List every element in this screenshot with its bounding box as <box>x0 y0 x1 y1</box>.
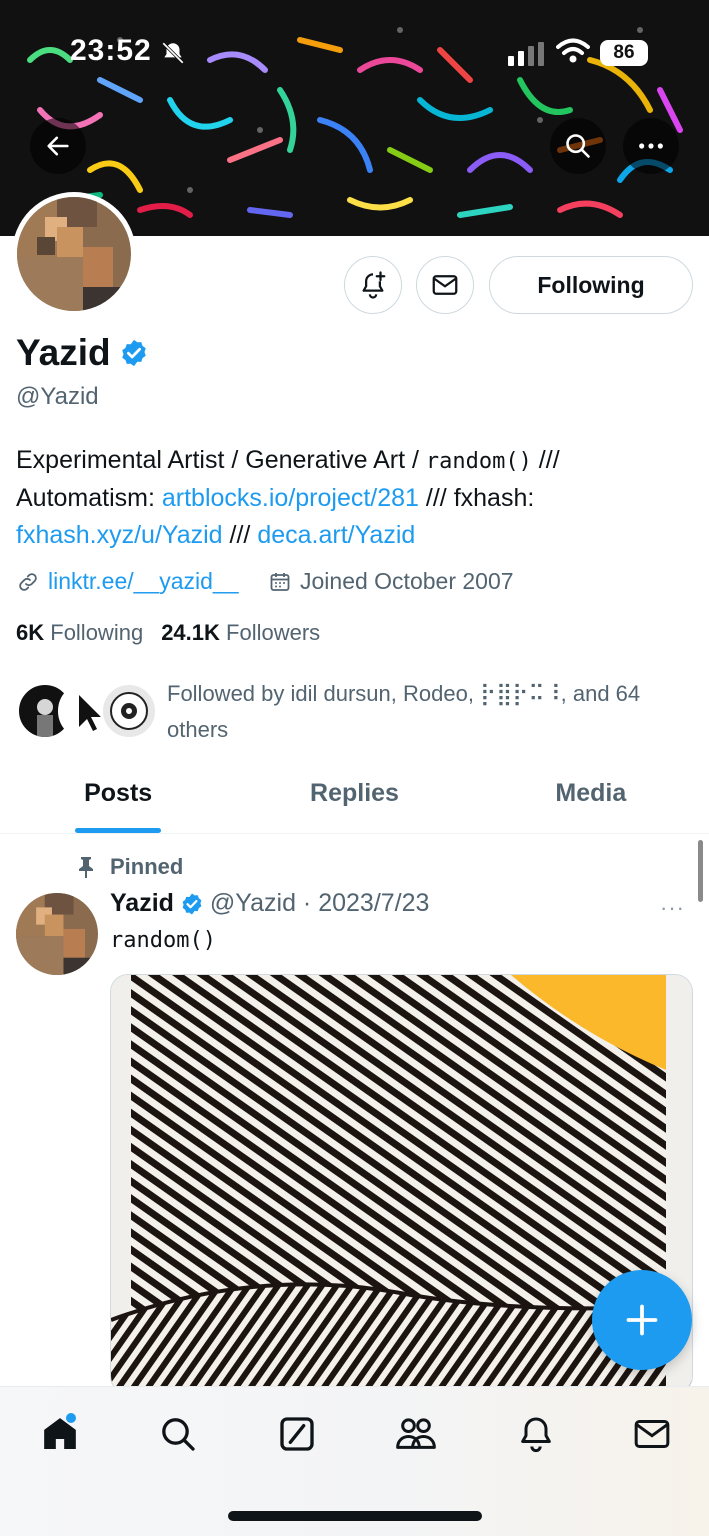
bio-link-artblocks[interactable]: artblocks.io/project/281 <box>162 484 419 512</box>
bio-text: /// <box>531 446 560 474</box>
bio-link-fxhash[interactable]: fxhash.xyz/u/Yazid <box>16 521 223 549</box>
bell-icon <box>521 1417 551 1453</box>
profile-bio: Experimental Artist / Generative Art / r… <box>16 442 696 554</box>
wifi-icon <box>556 38 590 63</box>
joined-date: Joined October 2007 <box>300 568 514 594</box>
tab-label: Media <box>555 779 627 807</box>
website-link[interactable]: linktr.ee/__yazid__ <box>48 568 239 595</box>
active-tab-indicator <box>75 828 162 833</box>
link-icon <box>19 572 37 591</box>
following-count: 6K <box>16 620 45 645</box>
home-indicator <box>228 1511 482 1521</box>
mail-icon <box>432 275 458 295</box>
more-horizontal-icon <box>639 143 663 149</box>
nav-notifications[interactable] <box>506 1409 566 1459</box>
pin-icon <box>79 857 93 878</box>
follow-counts: 6K Following 24.1K Followers <box>16 620 320 646</box>
profile-website[interactable]: linktr.ee/__yazid__ <box>16 568 239 595</box>
search-button[interactable] <box>550 118 606 174</box>
scrollbar[interactable] <box>698 840 703 902</box>
post-header: Yazid @Yazid · 2023/7/23 <box>110 889 429 918</box>
more-options-button[interactable] <box>623 118 679 174</box>
nav-communities[interactable] <box>386 1409 446 1459</box>
tab-replies[interactable]: Replies <box>236 760 472 833</box>
verified-badge-icon <box>121 339 146 367</box>
message-button[interactable] <box>416 256 474 314</box>
profile-name: Yazid <box>16 332 111 373</box>
grok-icon <box>280 1417 314 1451</box>
followers-count: 24.1K <box>161 620 220 645</box>
tab-posts[interactable]: Posts <box>0 760 236 833</box>
following-button[interactable]: Following <box>489 256 693 314</box>
bell-plus-icon <box>362 271 386 299</box>
back-button[interactable] <box>30 118 86 174</box>
bio-link-deca[interactable]: deca.art/Yazid <box>257 521 415 549</box>
pinned-label: Pinned <box>110 854 184 879</box>
post-author-avatar[interactable] <box>16 893 98 975</box>
avatar-image <box>17 197 131 311</box>
verified-badge-icon <box>182 893 202 914</box>
search-icon <box>162 1418 195 1451</box>
profile-joined: Joined October 2007 <box>268 568 514 595</box>
battery-indicator: 86 <box>600 40 648 66</box>
profile-handle: @Yazid <box>16 383 99 410</box>
pinned-indicator: Pinned <box>76 854 183 880</box>
nav-search[interactable] <box>148 1409 208 1459</box>
compose-post-button[interactable] <box>592 1270 692 1370</box>
following-label: Following <box>50 620 144 645</box>
notify-button[interactable] <box>344 256 402 314</box>
bottom-navigation <box>0 1386 709 1536</box>
followed-by-text: Followed by idil dursun, Rodeo, ⡗⣿⡗⠭⠸, a… <box>167 681 641 742</box>
nav-home[interactable] <box>30 1409 90 1459</box>
arrow-left-icon <box>47 136 69 156</box>
post-more-button[interactable]: ··· <box>660 895 685 921</box>
plus-icon <box>626 1304 658 1336</box>
search-icon <box>566 134 590 158</box>
post-author-name[interactable]: Yazid <box>110 889 174 918</box>
follower-avatars <box>16 682 158 740</box>
following-count-link[interactable]: 6K Following <box>16 620 143 646</box>
status-time: 23:52 <box>70 34 152 67</box>
tab-media[interactable]: Media <box>473 760 709 833</box>
post-handle-date: @Yazid · 2023/7/23 <box>209 889 430 917</box>
bell-off-icon <box>162 42 184 64</box>
tab-label: Replies <box>310 779 399 807</box>
profile-name-row: Yazid <box>16 332 149 374</box>
notification-dot <box>66 1413 76 1423</box>
nav-messages[interactable] <box>622 1409 682 1459</box>
calendar-icon <box>270 572 290 591</box>
people-icon <box>396 1418 436 1449</box>
bio-code: random() <box>425 449 532 474</box>
bio-text: /// fxhash: <box>418 484 535 512</box>
profile-tabs: Posts Replies Media <box>0 760 709 834</box>
follower-avatar <box>100 682 158 740</box>
tab-label: Posts <box>84 779 153 807</box>
status-bar: 23:52 86 <box>0 0 709 100</box>
profile-avatar[interactable] <box>12 192 136 316</box>
bio-text: Automatism: <box>16 484 162 512</box>
mail-icon <box>634 1420 670 1448</box>
bio-text: Experimental Artist / Generative Art / <box>16 446 426 474</box>
bio-text: /// <box>222 521 258 549</box>
signal-icon <box>508 42 544 66</box>
post-text: random() <box>110 928 216 953</box>
followers-label: Followers <box>226 620 321 645</box>
nav-grok[interactable] <box>267 1409 327 1459</box>
followers-count-link[interactable]: 24.1K Followers <box>161 620 320 646</box>
